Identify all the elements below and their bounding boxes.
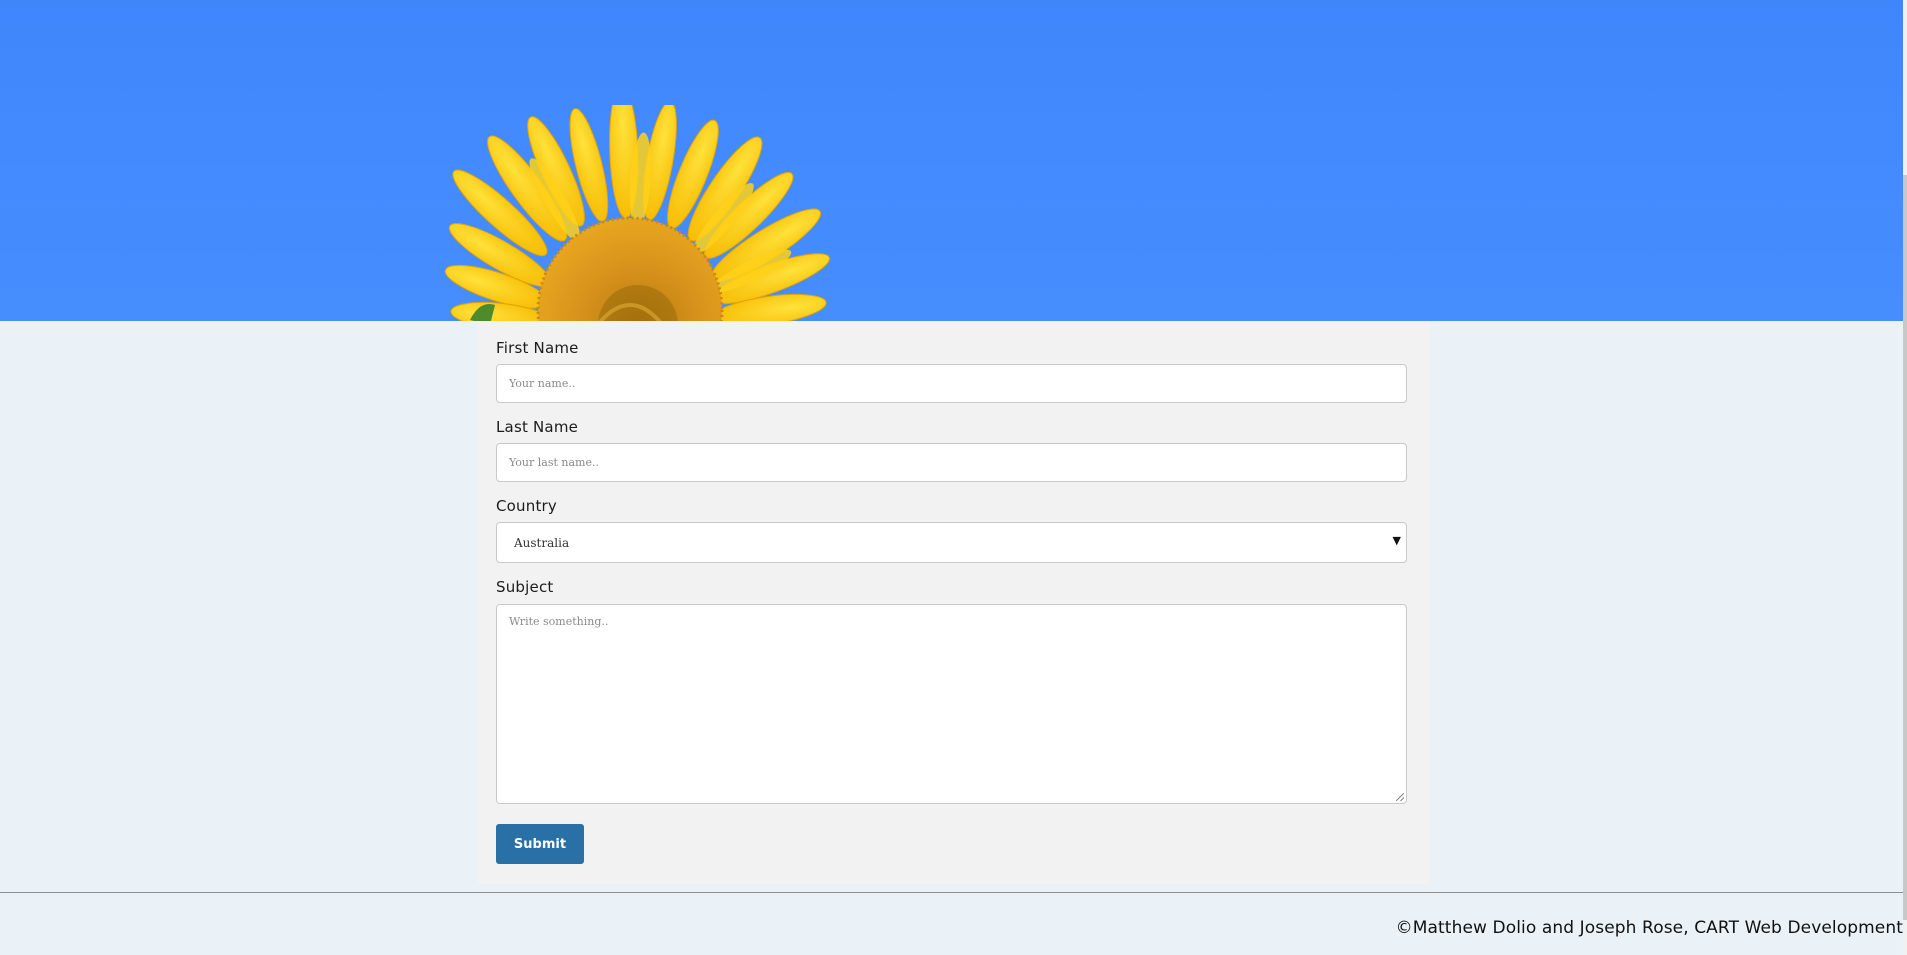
resize-handle-icon[interactable]	[1396, 793, 1404, 801]
country-select[interactable]: Australia ▼	[496, 522, 1407, 563]
submit-button[interactable]: Submit	[496, 824, 584, 864]
country-selected-value: Australia	[514, 536, 570, 550]
page: First Name Last Name Country Australia ▼…	[0, 0, 1907, 955]
footer-copyright: ©Matthew Dolio and Joseph Rose, CART Web…	[1395, 918, 1903, 938]
last-name-input[interactable]	[496, 443, 1407, 482]
page-scrollbar[interactable]	[1903, 0, 1907, 955]
last-name-label: Last Name	[496, 418, 579, 436]
sunflower-image	[444, 105, 830, 321]
subject-label: Subject	[496, 578, 554, 596]
first-name-input[interactable]	[496, 364, 1407, 403]
first-name-label: First Name	[496, 339, 579, 357]
footer-divider	[0, 892, 1903, 893]
country-label: Country	[496, 497, 557, 515]
contact-form: First Name Last Name Country Australia ▼…	[478, 321, 1429, 884]
hero-banner	[0, 0, 1903, 321]
subject-textarea[interactable]	[496, 604, 1407, 804]
chevron-down-icon: ▼	[1392, 534, 1401, 547]
scrollbar-thumb[interactable]	[1903, 175, 1907, 920]
